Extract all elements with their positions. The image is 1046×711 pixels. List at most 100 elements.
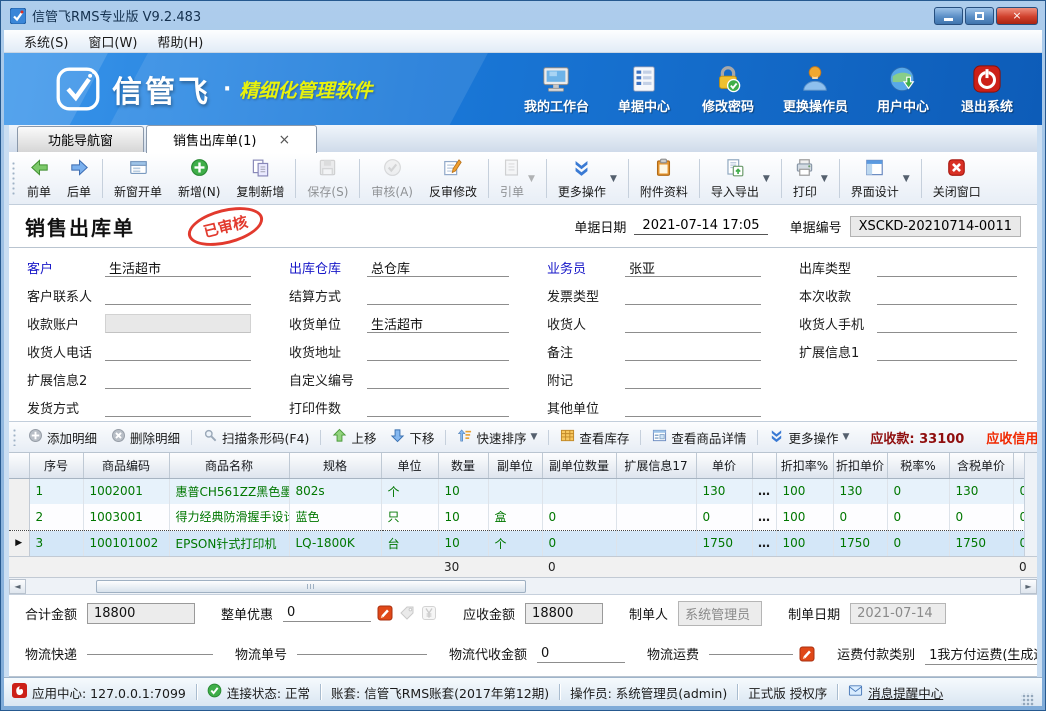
detail-button-0[interactable]: 添加明细: [21, 425, 104, 450]
menu-item-1[interactable]: 窗口(W): [78, 30, 147, 53]
toolbar-button-11[interactable]: 导入导出▼: [703, 153, 778, 204]
table-row[interactable]: 11002001惠普CH561ZZ黑色墨盒802s个10130…10013001…: [9, 478, 1037, 504]
field-收货人手机[interactable]: [877, 314, 1017, 333]
field-扩展信息1[interactable]: [877, 342, 1017, 361]
grid-cell[interactable]: [542, 478, 616, 504]
brush-red-icon[interactable]: [377, 605, 393, 621]
field-扩展信息2[interactable]: [105, 370, 251, 389]
logistics-field-物流代收金额[interactable]: 0: [537, 645, 625, 663]
field-客户联系人[interactable]: [105, 286, 251, 305]
grid-cell[interactable]: 1750: [949, 530, 1013, 556]
price-ellipsis-button[interactable]: …: [752, 504, 776, 530]
detail-button-2[interactable]: 扫描条形码(F4): [196, 425, 316, 450]
grid-cell[interactable]: 0: [696, 504, 752, 530]
banner-nav-globe[interactable]: 用户中心: [874, 64, 932, 115]
field-其他单位[interactable]: [625, 398, 761, 417]
scrollbar-thumb[interactable]: [96, 580, 526, 593]
grid-cell[interactable]: 盒: [488, 504, 542, 530]
field-本次收款[interactable]: [877, 286, 1017, 305]
grid-cell[interactable]: 10: [438, 478, 488, 504]
grid-cell[interactable]: 100: [776, 478, 833, 504]
tab-sales-outbound[interactable]: 销售出库单(1) ×: [146, 125, 317, 153]
banner-nav-lock[interactable]: 修改密码: [699, 64, 757, 115]
detail-button-4[interactable]: 下移: [383, 425, 441, 450]
minimize-button[interactable]: [934, 7, 963, 25]
grid-cell[interactable]: 2: [29, 504, 83, 530]
detail-button-3[interactable]: 上移: [325, 425, 383, 450]
grid-cell[interactable]: 0: [833, 504, 887, 530]
grid-cell[interactable]: [616, 478, 696, 504]
grid-cell[interactable]: LQ-1800K: [289, 530, 381, 556]
banner-nav-operator[interactable]: 更换操作员: [783, 64, 848, 115]
detail-button-5[interactable]: 快速排序▼: [450, 425, 544, 450]
field-出库类型[interactable]: [877, 258, 1017, 277]
banner-nav-monitor[interactable]: 我的工作台: [524, 64, 589, 115]
status-segment-5[interactable]: 消息提醒中心: [848, 683, 943, 702]
field-收货人电话[interactable]: [105, 342, 251, 361]
grid-cell[interactable]: 130: [696, 478, 752, 504]
detail-button-1[interactable]: 删除明细: [104, 425, 187, 450]
resize-grip[interactable]: [1021, 693, 1034, 706]
grid-cell[interactable]: [616, 530, 696, 556]
field-出库仓库[interactable]: 总仓库: [367, 258, 509, 277]
toolbar-button-13[interactable]: 界面设计▼: [843, 153, 918, 204]
grid-cell[interactable]: 1: [29, 478, 83, 504]
field-收货单位[interactable]: 生活超市: [367, 314, 509, 333]
grid-cell[interactable]: 130: [949, 478, 1013, 504]
grid-cell[interactable]: [616, 504, 696, 530]
grid-cell[interactable]: 1750: [833, 530, 887, 556]
menu-item-0[interactable]: 系统(S): [14, 30, 78, 53]
field-客户[interactable]: 生活超市: [105, 258, 251, 277]
brush-red-icon[interactable]: [799, 646, 815, 662]
grid-cell[interactable]: 1002001: [83, 478, 169, 504]
toolbar-button-14[interactable]: 关闭窗口: [925, 153, 989, 204]
menu-item-2[interactable]: 帮助(H): [147, 30, 213, 53]
grid-cell[interactable]: 100: [776, 504, 833, 530]
grid-cell[interactable]: 10: [438, 530, 488, 556]
field-打印件数[interactable]: [367, 398, 509, 417]
banner-nav-power[interactable]: 退出系统: [958, 64, 1016, 115]
maximize-button[interactable]: [965, 7, 994, 25]
grid-cell[interactable]: 100: [776, 530, 833, 556]
toolbar-button-10[interactable]: 附件资料: [632, 153, 696, 204]
toolbar-button-9[interactable]: 更多操作▼: [550, 153, 625, 204]
grid-cell[interactable]: 蓝色: [289, 504, 381, 530]
tab-function-nav[interactable]: 功能导航窗: [17, 126, 144, 152]
toolbar-button-1[interactable]: 后单: [59, 153, 99, 204]
grid-cell[interactable]: 台: [381, 530, 438, 556]
field-自定义编号[interactable]: [367, 370, 509, 389]
scroll-left-arrow-icon[interactable]: ◄: [9, 579, 26, 594]
grid-cell[interactable]: 0: [949, 504, 1013, 530]
logistics-field-物流运费[interactable]: [709, 652, 793, 655]
field-备注[interactable]: [625, 342, 761, 361]
detail-button-7[interactable]: 查看商品详情: [645, 425, 753, 450]
grid-cell[interactable]: 0: [542, 504, 616, 530]
table-row[interactable]: 21003001得力经典防滑握手设计蓝色只10盒00…1000000: [9, 504, 1037, 530]
doc-date-field[interactable]: 2021-07-14 17:05: [634, 217, 767, 235]
grid-cell[interactable]: 1003001: [83, 504, 169, 530]
vertical-scrollbar[interactable]: [1024, 453, 1037, 556]
detail-button-8[interactable]: 更多操作▼: [762, 425, 856, 450]
scroll-right-arrow-icon[interactable]: ►: [1020, 579, 1037, 594]
toolbar-button-4[interactable]: 复制新增: [228, 153, 292, 204]
field-结算方式[interactable]: [367, 286, 509, 305]
field-发票类型[interactable]: [625, 286, 761, 305]
field-发货方式[interactable]: [105, 398, 251, 417]
field-收货人[interactable]: [625, 314, 761, 333]
table-row[interactable]: ▶3100101002EPSON针式打印机LQ-1800K台10个01750…1…: [9, 530, 1037, 556]
grid-cell[interactable]: 只: [381, 504, 438, 530]
grid-cell[interactable]: 惠普CH561ZZ黑色墨盒: [169, 478, 289, 504]
grid-cell[interactable]: 0: [887, 504, 949, 530]
grid-cell[interactable]: 个: [488, 530, 542, 556]
grid-cell[interactable]: 1750: [696, 530, 752, 556]
field-收款账户[interactable]: [105, 314, 251, 333]
toolbar-button-7[interactable]: 反审修改: [421, 153, 485, 204]
grid-cell[interactable]: 130: [833, 478, 887, 504]
close-button[interactable]: ×: [996, 7, 1038, 25]
field-业务员[interactable]: 张亚: [625, 258, 761, 277]
grid-cell[interactable]: 个: [381, 478, 438, 504]
grid-cell[interactable]: 0: [887, 478, 949, 504]
detail-button-6[interactable]: 查看库存: [553, 425, 636, 450]
toolbar-button-0[interactable]: 前单: [19, 153, 59, 204]
grid-cell[interactable]: 802s: [289, 478, 381, 504]
